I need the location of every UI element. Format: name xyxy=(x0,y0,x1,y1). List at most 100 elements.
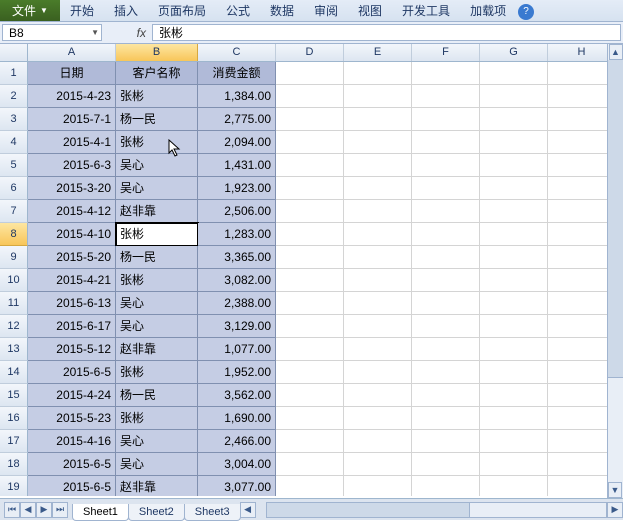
menu-item-0[interactable]: 开始 xyxy=(60,0,104,21)
cell-empty[interactable] xyxy=(276,108,344,131)
menu-item-5[interactable]: 审阅 xyxy=(304,0,348,21)
cell-B8[interactable]: 张彬 xyxy=(116,223,198,246)
cell-B14[interactable]: 张彬 xyxy=(116,361,198,384)
cell-B11[interactable]: 吴心 xyxy=(116,292,198,315)
scroll-thumb-v[interactable] xyxy=(608,60,623,378)
row-header-16[interactable]: 16 xyxy=(0,407,28,430)
cell-empty[interactable] xyxy=(344,131,412,154)
cell-C2[interactable]: 1,384.00 xyxy=(198,85,276,108)
cell-A6[interactable]: 2015-3-20 xyxy=(28,177,116,200)
cell-A5[interactable]: 2015-6-3 xyxy=(28,154,116,177)
cell-empty[interactable] xyxy=(412,85,480,108)
cell-empty[interactable] xyxy=(548,200,616,223)
cell-A8[interactable]: 2015-4-10 xyxy=(28,223,116,246)
cell-empty[interactable] xyxy=(412,131,480,154)
cell-C5[interactable]: 1,431.00 xyxy=(198,154,276,177)
cell-empty[interactable] xyxy=(412,361,480,384)
col-header-B[interactable]: B xyxy=(116,44,198,61)
cell-empty[interactable] xyxy=(480,476,548,496)
cell-empty[interactable] xyxy=(344,476,412,496)
cell-empty[interactable] xyxy=(344,407,412,430)
row-header-9[interactable]: 9 xyxy=(0,246,28,269)
cell-empty[interactable] xyxy=(276,453,344,476)
cell-B15[interactable]: 杨一民 xyxy=(116,384,198,407)
cell-A4[interactable]: 2015-4-1 xyxy=(28,131,116,154)
cell-empty[interactable] xyxy=(548,108,616,131)
cell-empty[interactable] xyxy=(548,453,616,476)
cell-empty[interactable] xyxy=(480,246,548,269)
cell-empty[interactable] xyxy=(344,453,412,476)
cell-C9[interactable]: 3,365.00 xyxy=(198,246,276,269)
row-header-8[interactable]: 8 xyxy=(0,223,28,246)
cell-empty[interactable] xyxy=(480,430,548,453)
cell-empty[interactable] xyxy=(412,62,480,85)
sheet-tab-Sheet3[interactable]: Sheet3 xyxy=(184,504,241,521)
cell-empty[interactable] xyxy=(276,476,344,496)
cell-empty[interactable] xyxy=(276,246,344,269)
tab-last-button[interactable]: ⏭ xyxy=(52,502,68,518)
cell-empty[interactable] xyxy=(480,62,548,85)
name-box[interactable]: B8 ▼ xyxy=(2,24,102,41)
row-header-19[interactable]: 19 xyxy=(0,476,28,496)
cell-empty[interactable] xyxy=(276,315,344,338)
cell-C7[interactable]: 2,506.00 xyxy=(198,200,276,223)
cell-A19[interactable]: 2015-6-5 xyxy=(28,476,116,496)
cell-B5[interactable]: 吴心 xyxy=(116,154,198,177)
cell-C6[interactable]: 1,923.00 xyxy=(198,177,276,200)
cell-empty[interactable] xyxy=(412,177,480,200)
row-header-15[interactable]: 15 xyxy=(0,384,28,407)
cell-empty[interactable] xyxy=(480,292,548,315)
cell-empty[interactable] xyxy=(480,131,548,154)
cell-empty[interactable] xyxy=(344,62,412,85)
cell-empty[interactable] xyxy=(548,62,616,85)
cell-empty[interactable] xyxy=(344,292,412,315)
cell-empty[interactable] xyxy=(344,338,412,361)
cell-empty[interactable] xyxy=(344,384,412,407)
row-header-13[interactable]: 13 xyxy=(0,338,28,361)
vertical-scrollbar[interactable]: ▲ ▼ xyxy=(607,44,623,498)
tab-prev-button[interactable]: ◀ xyxy=(20,502,36,518)
cell-empty[interactable] xyxy=(276,292,344,315)
row-header-17[interactable]: 17 xyxy=(0,430,28,453)
menu-item-2[interactable]: 页面布局 xyxy=(148,0,216,21)
cell-A10[interactable]: 2015-4-21 xyxy=(28,269,116,292)
sheet-tab-Sheet2[interactable]: Sheet2 xyxy=(128,504,185,521)
cell-empty[interactable] xyxy=(412,269,480,292)
cell-empty[interactable] xyxy=(480,85,548,108)
cell-empty[interactable] xyxy=(548,131,616,154)
cell-empty[interactable] xyxy=(480,177,548,200)
cell-empty[interactable] xyxy=(480,453,548,476)
cell-A15[interactable]: 2015-4-24 xyxy=(28,384,116,407)
cell-empty[interactable] xyxy=(344,177,412,200)
cell-empty[interactable] xyxy=(276,154,344,177)
cell-empty[interactable] xyxy=(344,246,412,269)
sheet-tab-Sheet1[interactable]: Sheet1 xyxy=(72,504,129,521)
formula-input[interactable]: 张彬 xyxy=(152,24,621,41)
horizontal-scrollbar[interactable] xyxy=(266,502,607,518)
scroll-left-button[interactable]: ◀ xyxy=(240,502,256,518)
cell-empty[interactable] xyxy=(412,292,480,315)
cell-A18[interactable]: 2015-6-5 xyxy=(28,453,116,476)
cell-empty[interactable] xyxy=(548,361,616,384)
cell-empty[interactable] xyxy=(276,177,344,200)
scroll-up-button[interactable]: ▲ xyxy=(609,44,623,60)
cell-empty[interactable] xyxy=(412,154,480,177)
cell-empty[interactable] xyxy=(548,177,616,200)
cell-A14[interactable]: 2015-6-5 xyxy=(28,361,116,384)
cell-empty[interactable] xyxy=(548,85,616,108)
cell-empty[interactable] xyxy=(344,361,412,384)
cell-empty[interactable] xyxy=(548,315,616,338)
scroll-right-button[interactable]: ▶ xyxy=(607,502,623,518)
cell-empty[interactable] xyxy=(412,223,480,246)
menu-item-3[interactable]: 公式 xyxy=(216,0,260,21)
cell-empty[interactable] xyxy=(412,315,480,338)
cell-B10[interactable]: 张彬 xyxy=(116,269,198,292)
cell-A3[interactable]: 2015-7-1 xyxy=(28,108,116,131)
menu-item-1[interactable]: 插入 xyxy=(104,0,148,21)
cell-empty[interactable] xyxy=(412,108,480,131)
cell-empty[interactable] xyxy=(480,315,548,338)
scroll-thumb-h[interactable] xyxy=(267,503,471,517)
file-menu[interactable]: 文件 ▼ xyxy=(0,0,60,21)
cell-empty[interactable] xyxy=(480,361,548,384)
cell-empty[interactable] xyxy=(276,407,344,430)
